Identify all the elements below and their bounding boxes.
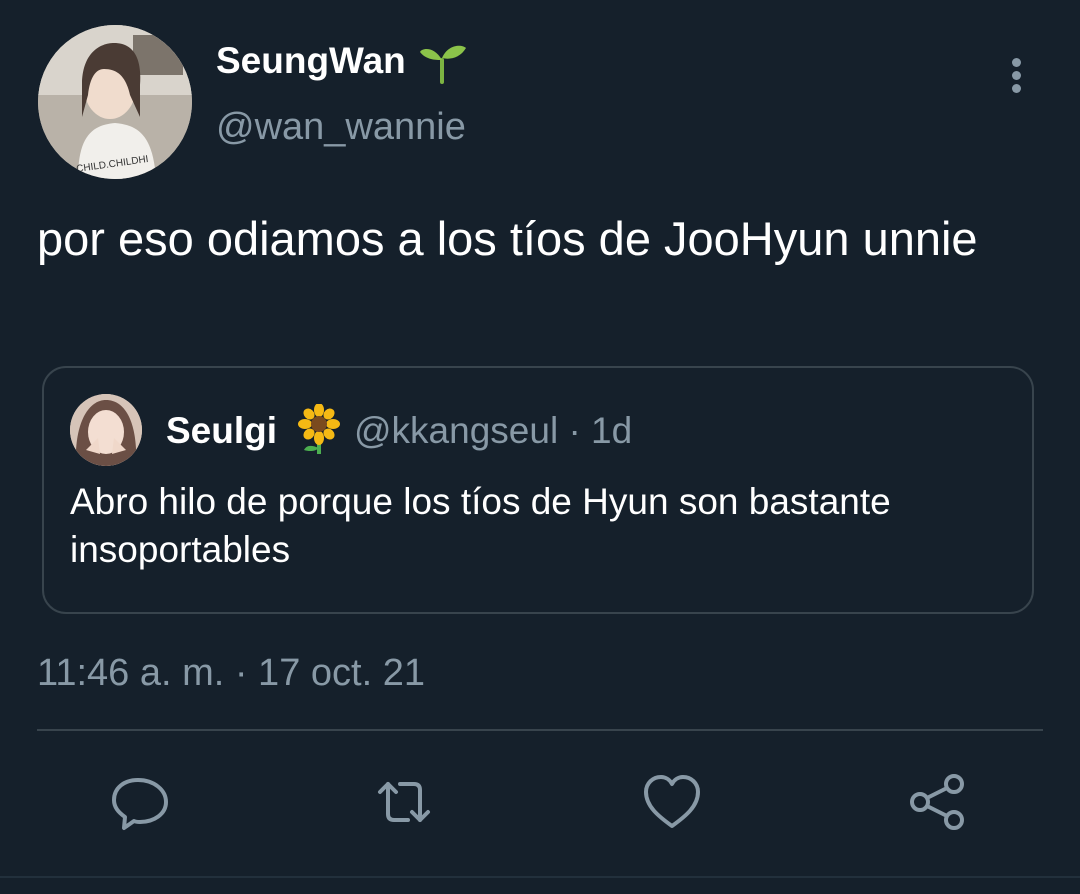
share-icon[interactable]	[906, 770, 970, 834]
quoted-handle-time[interactable]: @kkangseul · 1d	[354, 408, 632, 454]
quoted-text: Abro hilo de porque los tíos de Hyun son…	[70, 481, 891, 570]
like-icon[interactable]	[640, 770, 704, 834]
quoted-tweet[interactable]: Seulgi @kkangseul · 1d Abro hilo de porq…	[42, 366, 1034, 614]
quoted-author-name[interactable]: Seulgi	[166, 408, 277, 454]
quoted-avatar[interactable]	[70, 394, 142, 466]
author-handle[interactable]: @wan_wannie	[216, 104, 466, 150]
reply-icon[interactable]	[108, 770, 172, 834]
author-name[interactable]: SeungWan	[216, 38, 406, 84]
tweet-text: por eso odiamos a los tíos de JooHyun un…	[37, 212, 978, 265]
retweet-icon[interactable]	[372, 770, 436, 834]
tweet-timestamp: 11:46 a. m. · 17 oct. 21	[37, 652, 425, 694]
bottom-divider	[0, 876, 1080, 878]
sunflower-icon	[296, 403, 342, 456]
author-avatar[interactable]: CHILD.CHILDHI	[38, 25, 192, 179]
avatar-image	[38, 25, 192, 179]
more-vertical-icon[interactable]	[1000, 52, 1034, 98]
seedling-icon	[416, 38, 468, 84]
divider	[37, 729, 1043, 731]
